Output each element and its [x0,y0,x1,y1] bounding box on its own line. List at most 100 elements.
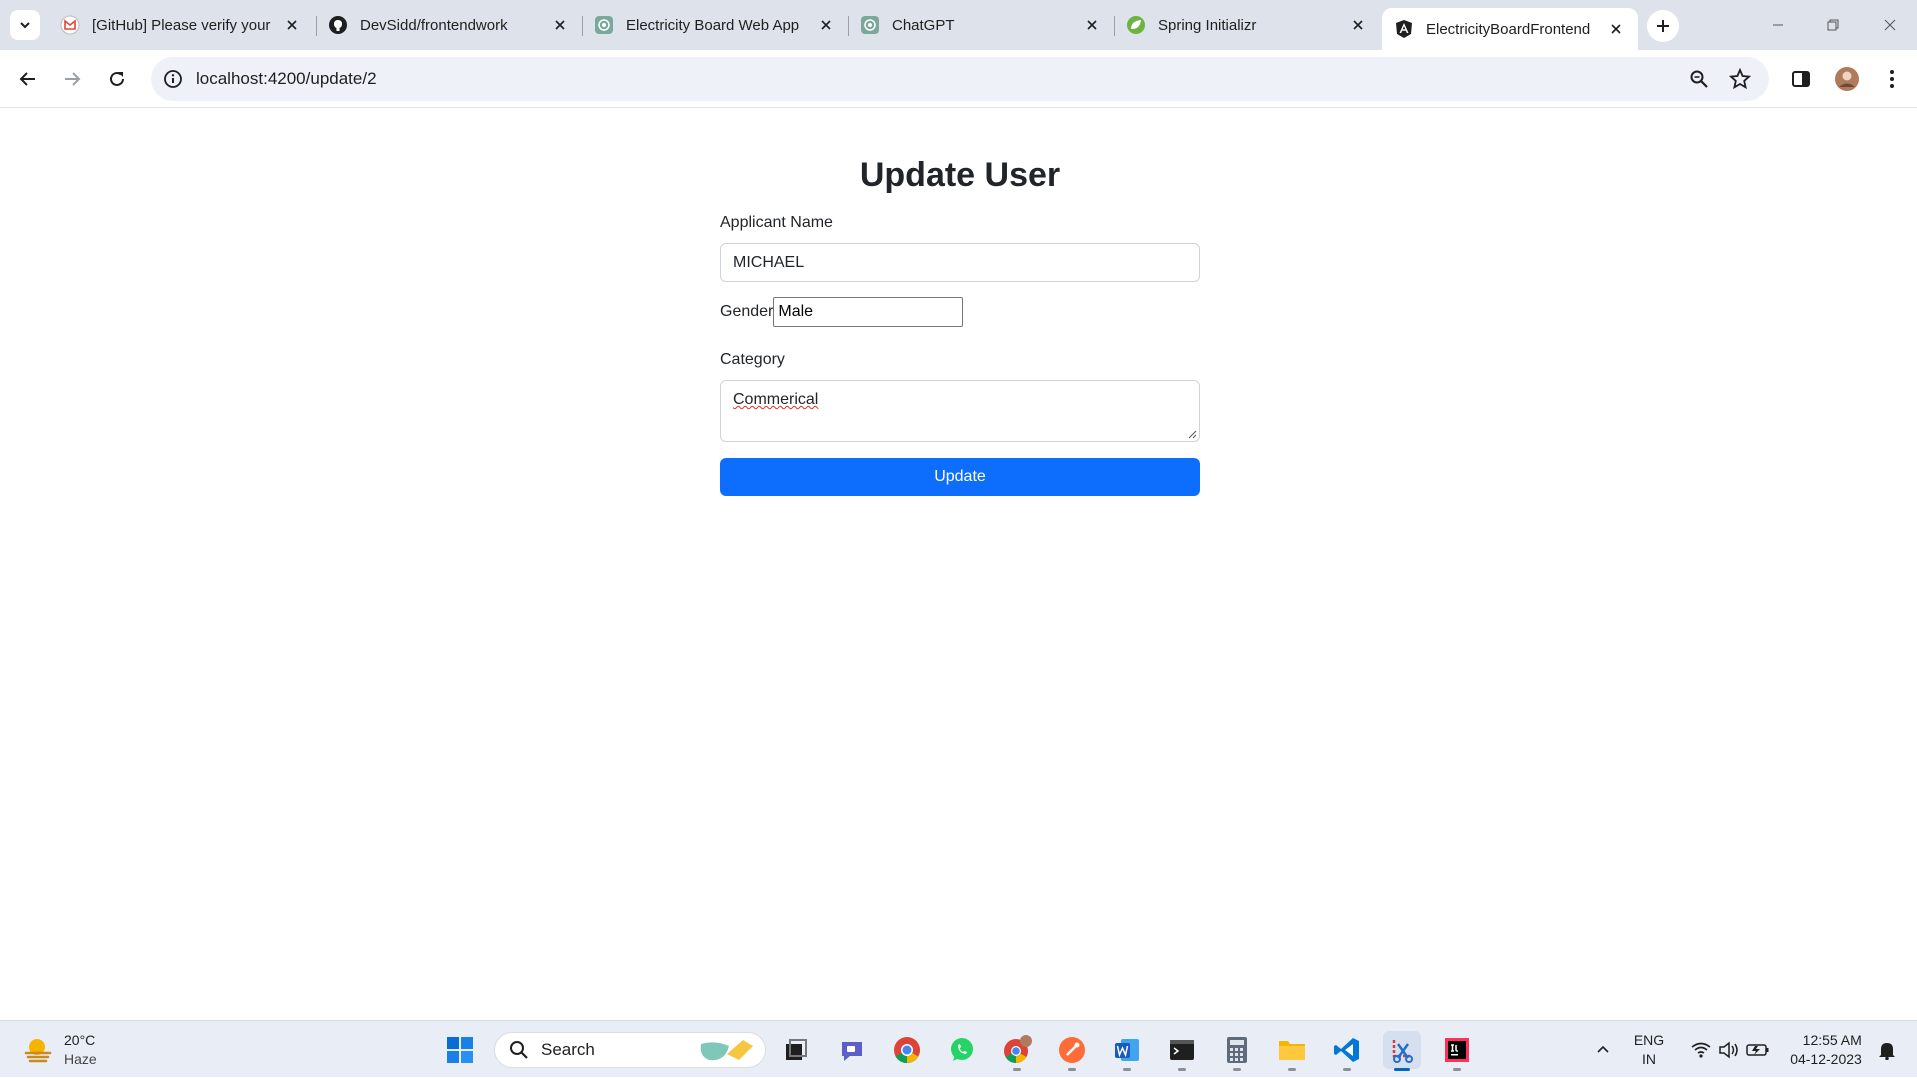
running-indicator [1123,1068,1131,1071]
back-button[interactable] [12,63,44,95]
close-icon[interactable] [1082,15,1102,35]
chrome-menu-button[interactable] [1876,63,1908,95]
vscode-app[interactable] [1328,1031,1366,1071]
bell-icon [1879,1042,1895,1060]
close-icon[interactable] [816,15,836,35]
clock[interactable]: 12:55 AM 04-12-2023 [1786,1021,1866,1078]
running-indicator [1068,1068,1076,1071]
spring-icon [1126,15,1146,35]
url-text[interactable]: localhost:4200/update/2 [196,69,377,89]
weather-widget[interactable]: 20°C Haze [22,1031,97,1069]
taskbar-search-box[interactable]: Search [494,1032,766,1068]
tab-chatgpt[interactable]: ChatGPT [848,7,1114,43]
close-icon[interactable] [1606,19,1626,39]
gender-input[interactable] [773,297,964,327]
weather-haze-icon [24,1039,52,1063]
weather-condition: Haze [64,1051,97,1067]
avatar [1835,67,1859,91]
tab-search-button[interactable] [10,10,40,40]
arrow-right-icon [65,72,81,86]
search-icon [510,1041,528,1059]
applicant-name-label: Applicant Name [720,214,833,231]
task-view-button[interactable] [777,1031,815,1069]
snipping-tool-app[interactable] [1383,1031,1421,1071]
browser-toolbar: localhost:4200/update/2 [0,50,1917,108]
clock-time: 12:55 AM [1802,1031,1862,1048]
postman-icon [1059,1037,1085,1063]
tab-github-verify[interactable]: [GitHub] Please verify your [48,7,314,43]
profile-avatar[interactable] [1831,63,1863,95]
reload-icon [110,71,124,86]
gender-row: Gender [720,297,964,327]
chevron-down-icon [20,22,30,29]
category-label: Category [720,351,785,368]
reload-button[interactable] [101,63,133,95]
chrome-app[interactable] [888,1031,926,1069]
postman-app[interactable] [1053,1031,1091,1071]
teams-chat-icon [842,1042,862,1061]
plus-icon [1657,20,1669,32]
whatsapp-app[interactable] [943,1031,981,1069]
word-app[interactable] [1108,1031,1146,1071]
intellij-app[interactable] [1438,1031,1476,1071]
notifications-button[interactable] [1872,1021,1902,1078]
calculator-app[interactable] [1218,1031,1256,1071]
language-line2: IN [1642,1050,1656,1067]
close-icon[interactable] [550,15,570,35]
tab-title: ElectricityBoardFrontend [1426,20,1591,38]
gender-label: Gender [720,303,774,320]
new-tab-button[interactable] [1647,10,1679,42]
minimize-button[interactable] [1761,10,1795,40]
running-indicator [1288,1068,1296,1071]
system-status-icons[interactable] [1680,1021,1780,1078]
address-bar[interactable]: localhost:4200/update/2 [151,57,1769,101]
tab-title: Spring Initializr [1158,16,1257,34]
minimize-icon [1773,24,1783,26]
openai-icon [594,15,614,35]
arrow-left-icon [19,72,35,86]
close-icon[interactable] [282,15,302,35]
teams-chat-app[interactable] [833,1031,871,1069]
tab-spring-initializr[interactable]: Spring Initializr [1114,7,1380,43]
browser-tab-strip: [GitHub] Please verify your DevSidd/fron… [0,0,1917,50]
search-placeholder: Search [541,1040,595,1059]
zoom-icon[interactable] [1687,67,1711,91]
running-indicator [1453,1068,1461,1071]
chevron-up-icon [1597,1045,1609,1053]
snipping-tool-icon [1392,1040,1413,1063]
applicant-name-input[interactable] [720,243,1200,282]
running-indicator [1013,1068,1021,1071]
tab-electricity-board-web-app[interactable]: Electricity Board Web App [582,7,848,43]
start-button[interactable] [441,1031,479,1069]
clock-date: 04-12-2023 [1790,1050,1862,1067]
page-content: Update User Applicant Name Gender Catego… [0,109,1917,1020]
category-textarea[interactable]: Commerical [720,380,1200,442]
side-panel-icon [1792,71,1810,87]
close-window-button[interactable] [1873,10,1907,40]
search-highlight-icon [700,1040,753,1061]
tab-electricityboardfrontend[interactable]: ElectricityBoardFrontend [1382,8,1638,50]
restore-icon [1827,19,1839,31]
tab-title: Electricity Board Web App [626,16,800,34]
running-indicator [1343,1068,1351,1071]
resize-grip-icon[interactable] [1187,429,1197,439]
weather-temp: 20°C [64,1032,96,1048]
chrome-profile-app[interactable] [998,1031,1036,1071]
language-indicator[interactable]: ENG IN [1628,1021,1670,1078]
terminal-app[interactable] [1163,1031,1201,1071]
side-panel-button[interactable] [1785,63,1817,95]
tab-devsidd-frontendwork[interactable]: DevSidd/frontendwork [316,7,582,43]
language-line1: ENG [1633,1031,1665,1048]
page-title: Update User [859,156,1061,194]
file-explorer-app[interactable] [1273,1031,1311,1071]
site-info-icon[interactable] [162,68,184,90]
category-text: Commerical [733,391,819,408]
word-icon [1115,1039,1139,1061]
bookmark-star-icon[interactable] [1728,67,1752,91]
restore-button[interactable] [1816,10,1850,40]
update-button[interactable]: Update [720,458,1200,496]
close-icon[interactable] [1348,15,1368,35]
show-hidden-icons-button[interactable] [1588,1021,1618,1078]
angular-icon [1394,19,1414,39]
forward-button[interactable] [56,63,88,95]
